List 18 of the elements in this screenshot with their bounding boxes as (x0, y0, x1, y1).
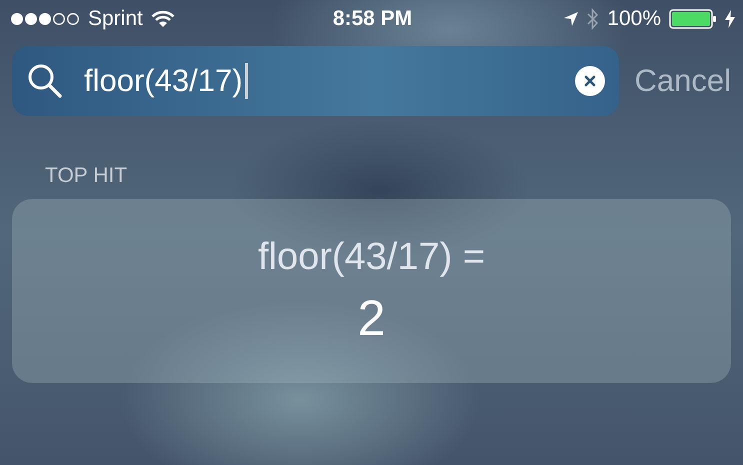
wifi-icon (150, 10, 175, 28)
search-icon (26, 62, 64, 100)
bluetooth-icon (587, 8, 600, 30)
calculation-expression: floor(43/17) = (258, 236, 486, 278)
signal-icon (10, 12, 80, 26)
battery-percentage: 100% (607, 7, 661, 31)
close-icon (584, 75, 596, 87)
battery-icon (669, 9, 717, 29)
carrier-name: Sprint (88, 7, 143, 31)
calculation-result: 2 (358, 288, 386, 346)
clear-button[interactable] (574, 66, 604, 96)
section-title: TOP HIT (45, 164, 128, 189)
location-arrow-icon (563, 11, 580, 27)
clock-time: 8:58 PM (332, 7, 412, 31)
search-field[interactable]: floor(43/17) (12, 46, 618, 116)
cancel-button[interactable]: Cancel (634, 63, 731, 99)
result-card[interactable]: floor(43/17) = 2 (12, 199, 731, 383)
charging-bolt-icon (725, 10, 735, 28)
